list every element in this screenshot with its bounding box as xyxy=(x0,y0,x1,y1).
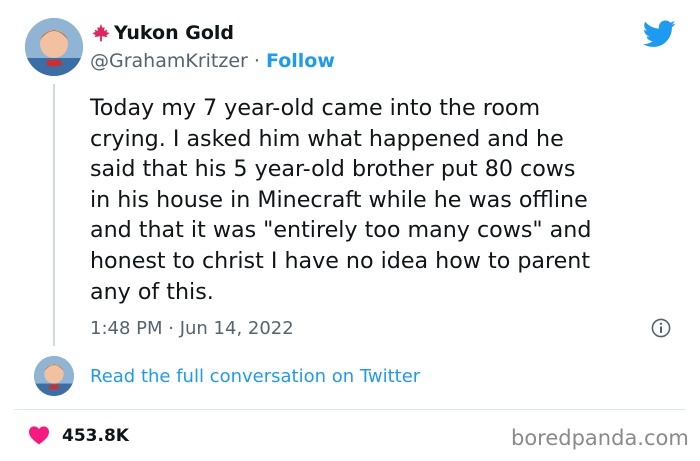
twitter-bird-icon[interactable] xyxy=(643,20,676,48)
conversation-avatar[interactable] xyxy=(34,356,74,396)
read-conversation-link[interactable]: Read the full conversation on Twitter xyxy=(90,366,420,387)
info-icon[interactable] xyxy=(651,318,671,338)
avatar-image xyxy=(25,18,83,76)
thread-line xyxy=(53,84,55,346)
footer-divider xyxy=(14,409,686,410)
tweet-text: Today my 7 year-old came into the room c… xyxy=(90,95,592,305)
tweet-timestamp[interactable]: 1:48 PM · Jun 14, 2022 xyxy=(90,318,294,339)
watermark: boredpanda.com xyxy=(511,426,689,450)
avatar-image xyxy=(34,356,74,396)
author-handle[interactable]: @GrahamKritzer xyxy=(90,50,248,72)
maple-leaf-icon xyxy=(92,23,110,42)
author-name[interactable]: Yukon Gold xyxy=(90,22,234,44)
author-display-name: Yukon Gold xyxy=(114,22,234,44)
author-handle-row: @GrahamKritzer · Follow xyxy=(90,50,335,72)
follow-button[interactable]: Follow xyxy=(266,50,335,72)
like-count[interactable]: 453.8K xyxy=(62,426,129,446)
heart-icon[interactable] xyxy=(28,425,50,445)
author-avatar[interactable] xyxy=(25,18,83,76)
handle-separator: · xyxy=(253,50,260,72)
